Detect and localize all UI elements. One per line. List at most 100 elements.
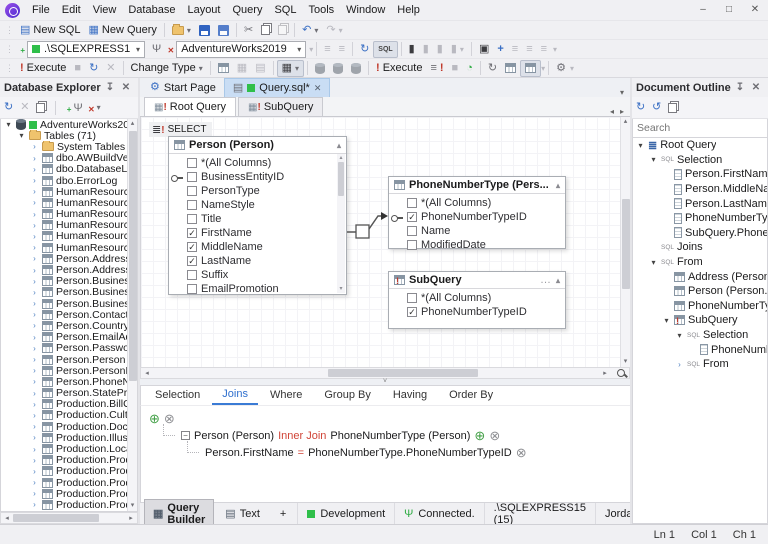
tab-subquery[interactable]: SubQuery <box>238 97 323 116</box>
expander-icon[interactable]: › <box>30 142 39 151</box>
expander-icon[interactable]: › <box>30 210 39 219</box>
data-compare-button[interactable] <box>347 60 365 77</box>
execute-script-button[interactable]: !Execute <box>372 60 426 77</box>
redo-button[interactable]: ↷▾ <box>322 22 346 39</box>
explorer-item[interactable]: ›dbo.AWBuildVersion <box>1 153 137 164</box>
menu-help[interactable]: Help <box>391 2 426 18</box>
explorer-item[interactable]: ›Person.Password <box>1 343 137 354</box>
refresh-button[interactable]: ↻ <box>636 100 645 115</box>
refactor-button[interactable]: ↻ <box>484 60 501 77</box>
explorer-item[interactable]: ›Production.BillOfMate <box>1 399 137 410</box>
add-condition-icon[interactable]: ⊕ <box>474 428 485 444</box>
up-arrow-icon[interactable]: ▴ <box>339 154 342 162</box>
tab-joins[interactable]: Joins <box>212 386 258 405</box>
explorer-item[interactable]: ›Production.ProductIn <box>1 511 137 512</box>
explorer-item[interactable]: ›Person.CountryRegio <box>1 320 137 331</box>
expander-icon[interactable]: › <box>30 154 39 163</box>
expander-icon[interactable]: › <box>30 277 39 286</box>
grid-view-button[interactable]: ▦▾ <box>277 60 304 77</box>
scroll-thumb[interactable] <box>13 514 99 522</box>
explorer-item[interactable]: ›Production.ProductDe <box>1 488 137 499</box>
environment-status[interactable]: Development <box>297 503 394 524</box>
column-checkbox[interactable] <box>187 284 197 294</box>
remove-condition-icon[interactable]: ⊗ <box>516 445 527 461</box>
menu-sql[interactable]: SQL <box>268 2 302 18</box>
explorer-item[interactable]: ›Person.ContactType <box>1 309 137 320</box>
scroll-thumb[interactable] <box>129 131 137 381</box>
save-button[interactable] <box>195 22 214 39</box>
explorer-item[interactable]: ›HumanResources.Job <box>1 231 137 242</box>
stop-button[interactable]: ■ <box>70 60 85 77</box>
explorer-item[interactable]: ›HumanResources.Em <box>1 209 137 220</box>
explorer-item[interactable]: ▾Tables (71) <box>1 130 137 141</box>
scroll-tabs-left-icon[interactable]: ◂ <box>610 107 614 116</box>
pin-icon[interactable]: ↧ <box>732 82 748 93</box>
outline-item[interactable]: SQLJoins <box>633 240 767 255</box>
expander-icon[interactable]: › <box>30 500 39 509</box>
explorer-item[interactable]: ›Production.ProductCa <box>1 466 137 477</box>
close-panel-icon[interactable]: ✕ <box>118 82 134 93</box>
tab-list-dropdown-icon[interactable]: ▾ <box>614 88 630 97</box>
column-checkbox[interactable] <box>187 270 197 280</box>
expander-icon[interactable]: › <box>30 321 39 330</box>
collapse-table-icon[interactable]: ▴ <box>556 276 560 285</box>
column-row[interactable]: PersonType <box>169 184 346 198</box>
expander-icon[interactable]: › <box>30 187 39 196</box>
history-button[interactable]: ◔ <box>462 60 477 77</box>
column-row[interactable]: *(All Columns) <box>389 291 565 305</box>
pin-icon[interactable]: ↧ <box>102 82 118 93</box>
outline-item[interactable]: ▾SQLFrom <box>633 255 767 270</box>
column-row[interactable]: ✓PhoneNumberTypeID <box>389 305 565 319</box>
edit-table-button[interactable]: ▦ <box>233 60 251 77</box>
scroll-thumb[interactable] <box>622 199 630 289</box>
pane-splitter[interactable]: ˅ <box>140 379 630 386</box>
join-operator[interactable]: = <box>298 447 304 459</box>
tab-text[interactable]: Text <box>216 504 269 523</box>
join-keyword[interactable]: Inner Join <box>278 430 326 442</box>
menu-query[interactable]: Query <box>226 2 268 18</box>
close-button[interactable]: ✕ <box>742 1 768 19</box>
align-right-button[interactable]: ≡ <box>537 41 551 58</box>
format-sql-button[interactable]: ▤ <box>251 60 269 77</box>
column-checkbox[interactable] <box>407 240 417 250</box>
outline-item[interactable]: PhoneNumberType.P... <box>633 211 767 226</box>
expander-icon[interactable]: › <box>30 366 39 375</box>
schema-compare-button[interactable] <box>329 60 347 77</box>
expander-icon[interactable]: › <box>30 254 39 263</box>
column-checkbox[interactable] <box>407 293 417 303</box>
table-menu-icon[interactable]: … <box>540 274 552 286</box>
column-checkbox[interactable] <box>187 214 197 224</box>
layout-crosshair-button[interactable]: + <box>493 41 507 58</box>
maximize-button[interactable]: □ <box>716 1 742 19</box>
tab-group-by[interactable]: Group By <box>314 387 380 404</box>
expander-icon[interactable]: › <box>30 310 39 319</box>
add-snippet-button[interactable] <box>501 60 520 77</box>
expander-icon[interactable]: ▾ <box>17 131 26 140</box>
minimize-button[interactable]: – <box>690 1 716 19</box>
format-indent-button[interactable]: ≡ <box>320 41 334 58</box>
bookmark-next-button[interactable]: ▮ <box>419 41 433 58</box>
explorer-item[interactable]: ›HumanResources.Dep <box>1 186 137 197</box>
expander-icon[interactable]: › <box>30 198 39 207</box>
expander-icon[interactable]: ▾ <box>662 316 671 325</box>
collapse-chevron-icon[interactable]: ˅ <box>383 378 387 385</box>
explorer-vertical-scrollbar[interactable]: ▴ ▾ <box>127 119 137 511</box>
table-header[interactable]: PhoneNumberType (Pers...▴ <box>389 177 565 194</box>
expander-icon[interactable]: › <box>30 344 39 353</box>
zoom-icon[interactable] <box>615 368 629 378</box>
explorer-horizontal-scrollbar[interactable]: ◂ ▸ <box>0 512 138 524</box>
explorer-item[interactable]: ›Person.BusinessEntit <box>1 287 137 298</box>
expander-icon[interactable]: › <box>30 243 39 252</box>
diagram-table[interactable]: SubQuery…▴*(All Columns)✓PhoneNumberType… <box>388 271 566 329</box>
expander-icon[interactable]: › <box>30 266 39 275</box>
expander-icon[interactable]: ▾ <box>649 258 658 267</box>
outline-item[interactable]: Person.FirstName <box>633 167 767 182</box>
explorer-item[interactable]: ›Production.Product <box>1 455 137 466</box>
expander-icon[interactable]: › <box>30 299 39 308</box>
connect-button[interactable]: Ψ <box>148 41 165 58</box>
column-checkbox[interactable]: ✓ <box>187 228 197 238</box>
tab-having[interactable]: Having <box>383 387 437 404</box>
expander-icon[interactable]: › <box>30 176 39 185</box>
explorer-item[interactable]: ›Person.EmailAddress <box>1 332 137 343</box>
explorer-item[interactable]: ›Person.BusinessEntit <box>1 276 137 287</box>
